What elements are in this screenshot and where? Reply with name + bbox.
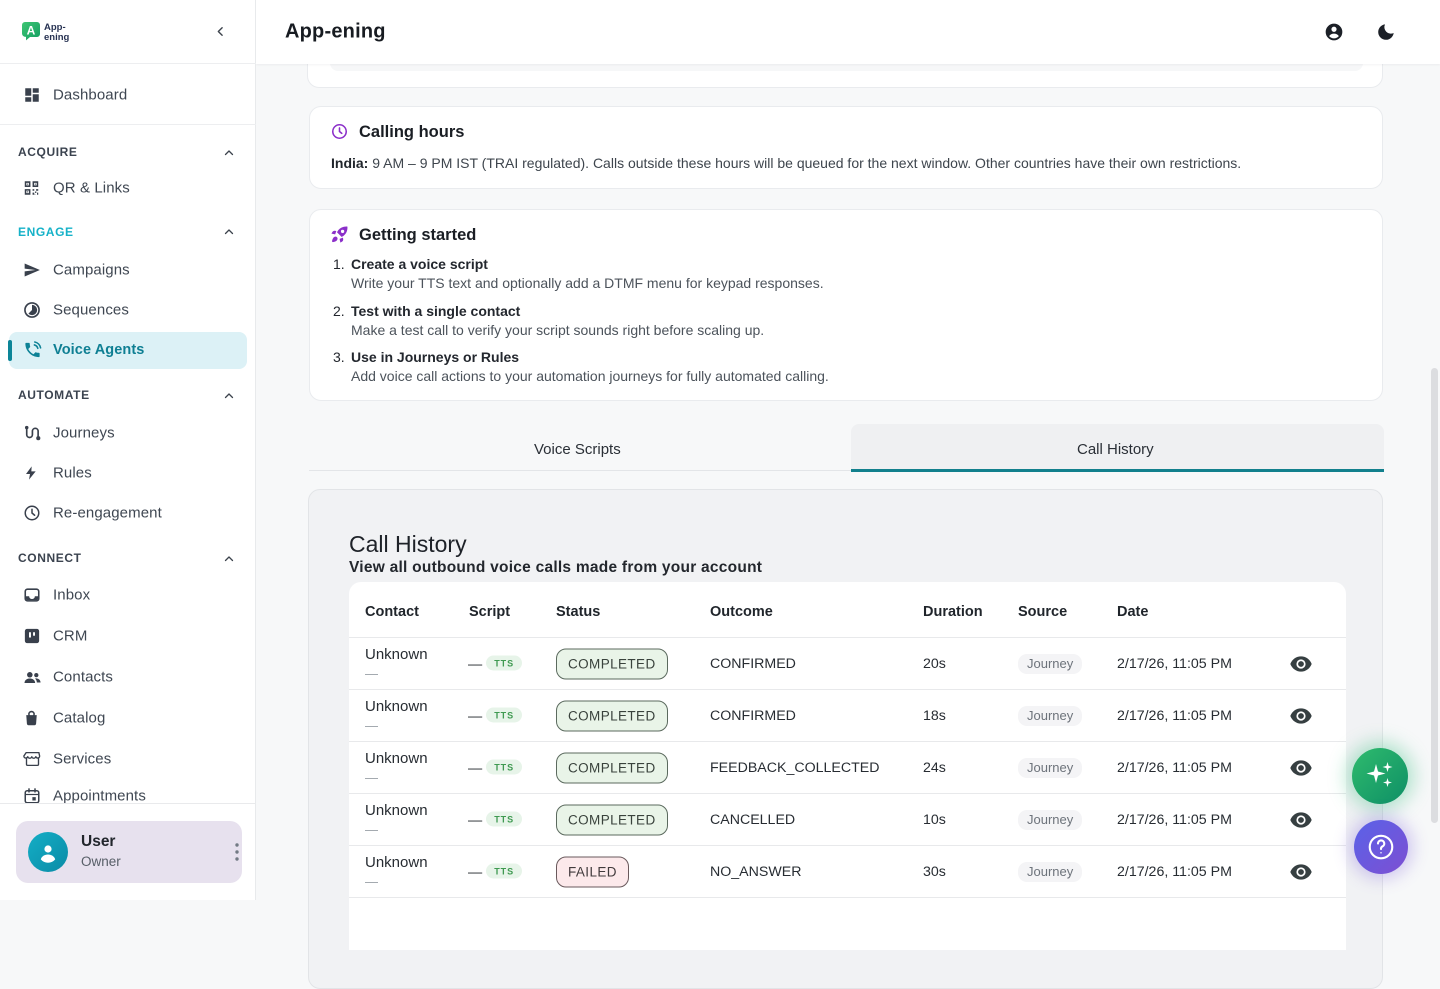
svg-text:A: A: [27, 24, 36, 38]
